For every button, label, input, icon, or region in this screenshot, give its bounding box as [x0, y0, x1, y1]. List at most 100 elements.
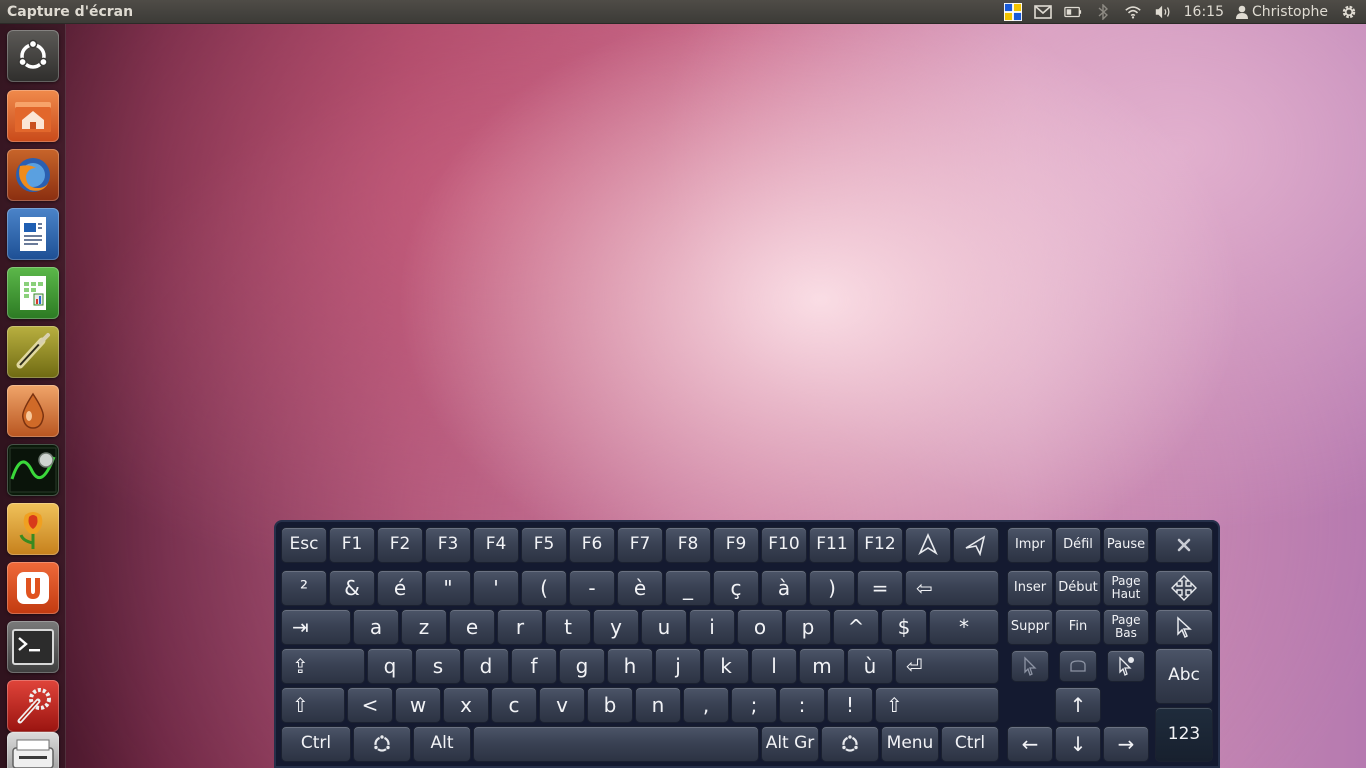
- key-k[interactable]: k: [703, 648, 749, 684]
- key-defil[interactable]: Défil: [1055, 527, 1101, 563]
- key-double-quote[interactable]: ": [425, 570, 471, 606]
- key-circumflex[interactable]: ^: [833, 609, 879, 645]
- key-shift-left[interactable]: ⇧: [281, 687, 345, 723]
- key-f[interactable]: f: [511, 648, 557, 684]
- key-arrow-right[interactable]: →: [1103, 726, 1149, 762]
- key-pause[interactable]: Pause: [1103, 527, 1149, 563]
- oscilloscope-launcher[interactable]: [7, 444, 59, 496]
- key-inser[interactable]: Inser: [1007, 570, 1053, 606]
- volume-icon[interactable]: [1154, 3, 1172, 21]
- key-n[interactable]: n: [635, 687, 681, 723]
- key-e[interactable]: e: [449, 609, 495, 645]
- key-b[interactable]: b: [587, 687, 633, 723]
- key-s[interactable]: s: [415, 648, 461, 684]
- key-f1[interactable]: F1: [329, 527, 375, 563]
- key-arrow-down[interactable]: ↓: [1055, 726, 1101, 762]
- key-enter[interactable]: ⏎: [895, 648, 999, 684]
- key-m[interactable]: m: [799, 648, 845, 684]
- key-w[interactable]: w: [395, 687, 441, 723]
- key-a-grave[interactable]: à: [761, 570, 807, 606]
- scanner-launcher[interactable]: [7, 732, 59, 768]
- key-arrow-up[interactable]: ↑: [1055, 687, 1101, 723]
- key-menu[interactable]: Menu: [881, 726, 939, 762]
- key-capslock[interactable]: ⇪: [281, 648, 365, 684]
- key-right-click[interactable]: [1107, 650, 1145, 682]
- key-hyphen[interactable]: -: [569, 570, 615, 606]
- key-esc[interactable]: Esc: [281, 527, 327, 563]
- key-x[interactable]: x: [443, 687, 489, 723]
- key-super-left[interactable]: [353, 726, 411, 762]
- key-j[interactable]: j: [655, 648, 701, 684]
- key-right-paren[interactable]: ): [809, 570, 855, 606]
- key-tab[interactable]: ⇥: [281, 609, 351, 645]
- key-f12[interactable]: F12: [857, 527, 903, 563]
- keyboard-layout-icon[interactable]: [1003, 3, 1022, 21]
- key-g[interactable]: g: [559, 648, 605, 684]
- key-l[interactable]: l: [751, 648, 797, 684]
- key-f4[interactable]: F4: [473, 527, 519, 563]
- ubuntu-one-launcher[interactable]: [7, 562, 59, 614]
- key-i[interactable]: i: [689, 609, 735, 645]
- clock[interactable]: 16:15: [1184, 4, 1224, 20]
- key-pointer-left[interactable]: [953, 527, 999, 563]
- key-exclamation[interactable]: !: [827, 687, 873, 723]
- key-f8[interactable]: F8: [665, 527, 711, 563]
- key-h[interactable]: h: [607, 648, 653, 684]
- key-altgr[interactable]: Alt Gr: [761, 726, 819, 762]
- key-d[interactable]: d: [463, 648, 509, 684]
- mail-icon[interactable]: [1033, 3, 1052, 21]
- key-asterisk[interactable]: *: [929, 609, 999, 645]
- key-v[interactable]: v: [539, 687, 585, 723]
- key-semicolon[interactable]: ;: [731, 687, 777, 723]
- key-f11[interactable]: F11: [809, 527, 855, 563]
- key-y[interactable]: y: [593, 609, 639, 645]
- key-impr[interactable]: Impr: [1007, 527, 1053, 563]
- key-left-paren[interactable]: (: [521, 570, 567, 606]
- key-c-cedilla[interactable]: ç: [713, 570, 759, 606]
- key-e-acute[interactable]: é: [377, 570, 423, 606]
- key-dollar[interactable]: $: [881, 609, 927, 645]
- key-backspace[interactable]: ⇦: [905, 570, 999, 606]
- key-superscript-two[interactable]: ²: [281, 570, 327, 606]
- key-a[interactable]: a: [353, 609, 399, 645]
- firefox-launcher[interactable]: [7, 149, 59, 201]
- key-p[interactable]: p: [785, 609, 831, 645]
- keyboard-numeric-layout-button[interactable]: 123: [1155, 707, 1213, 762]
- battery-icon[interactable]: [1063, 3, 1082, 21]
- key-page-haut[interactable]: Page Haut: [1103, 570, 1149, 606]
- keyboard-close-button[interactable]: [1155, 527, 1213, 563]
- key-pointer-up[interactable]: [905, 527, 951, 563]
- flower-app-launcher[interactable]: [7, 503, 59, 555]
- key-o[interactable]: o: [737, 609, 783, 645]
- key-f7[interactable]: F7: [617, 527, 663, 563]
- writer-launcher[interactable]: [7, 208, 59, 260]
- key-fin[interactable]: Fin: [1055, 609, 1101, 645]
- wifi-icon[interactable]: [1124, 3, 1142, 21]
- system-settings-launcher[interactable]: [7, 680, 59, 732]
- audio-jack-launcher[interactable]: [7, 326, 59, 378]
- key-t[interactable]: t: [545, 609, 591, 645]
- key-f3[interactable]: F3: [425, 527, 471, 563]
- drop-app-launcher[interactable]: [7, 385, 59, 437]
- calc-launcher[interactable]: [7, 267, 59, 319]
- gear-icon[interactable]: [1340, 3, 1358, 21]
- key-arrow-left[interactable]: ←: [1007, 726, 1053, 762]
- key-less-than[interactable]: <: [347, 687, 393, 723]
- key-page-bas[interactable]: Page Bas: [1103, 609, 1149, 645]
- key-e-grave[interactable]: è: [617, 570, 663, 606]
- key-r[interactable]: r: [497, 609, 543, 645]
- key-shift-right[interactable]: ⇧: [875, 687, 999, 723]
- user-menu[interactable]: Christophe: [1235, 4, 1328, 20]
- home-folder-launcher[interactable]: [7, 90, 59, 142]
- key-f2[interactable]: F2: [377, 527, 423, 563]
- terminal-launcher[interactable]: [7, 621, 59, 673]
- key-ctrl-right[interactable]: Ctrl: [941, 726, 999, 762]
- key-f9[interactable]: F9: [713, 527, 759, 563]
- key-left-click[interactable]: [1011, 650, 1049, 682]
- keyboard-pointer-button[interactable]: [1155, 609, 1213, 645]
- keyboard-move-button[interactable]: [1155, 570, 1213, 606]
- key-ampersand[interactable]: &: [329, 570, 375, 606]
- key-ctrl-left[interactable]: Ctrl: [281, 726, 351, 762]
- key-middle-click[interactable]: [1059, 650, 1097, 682]
- key-comma[interactable]: ,: [683, 687, 729, 723]
